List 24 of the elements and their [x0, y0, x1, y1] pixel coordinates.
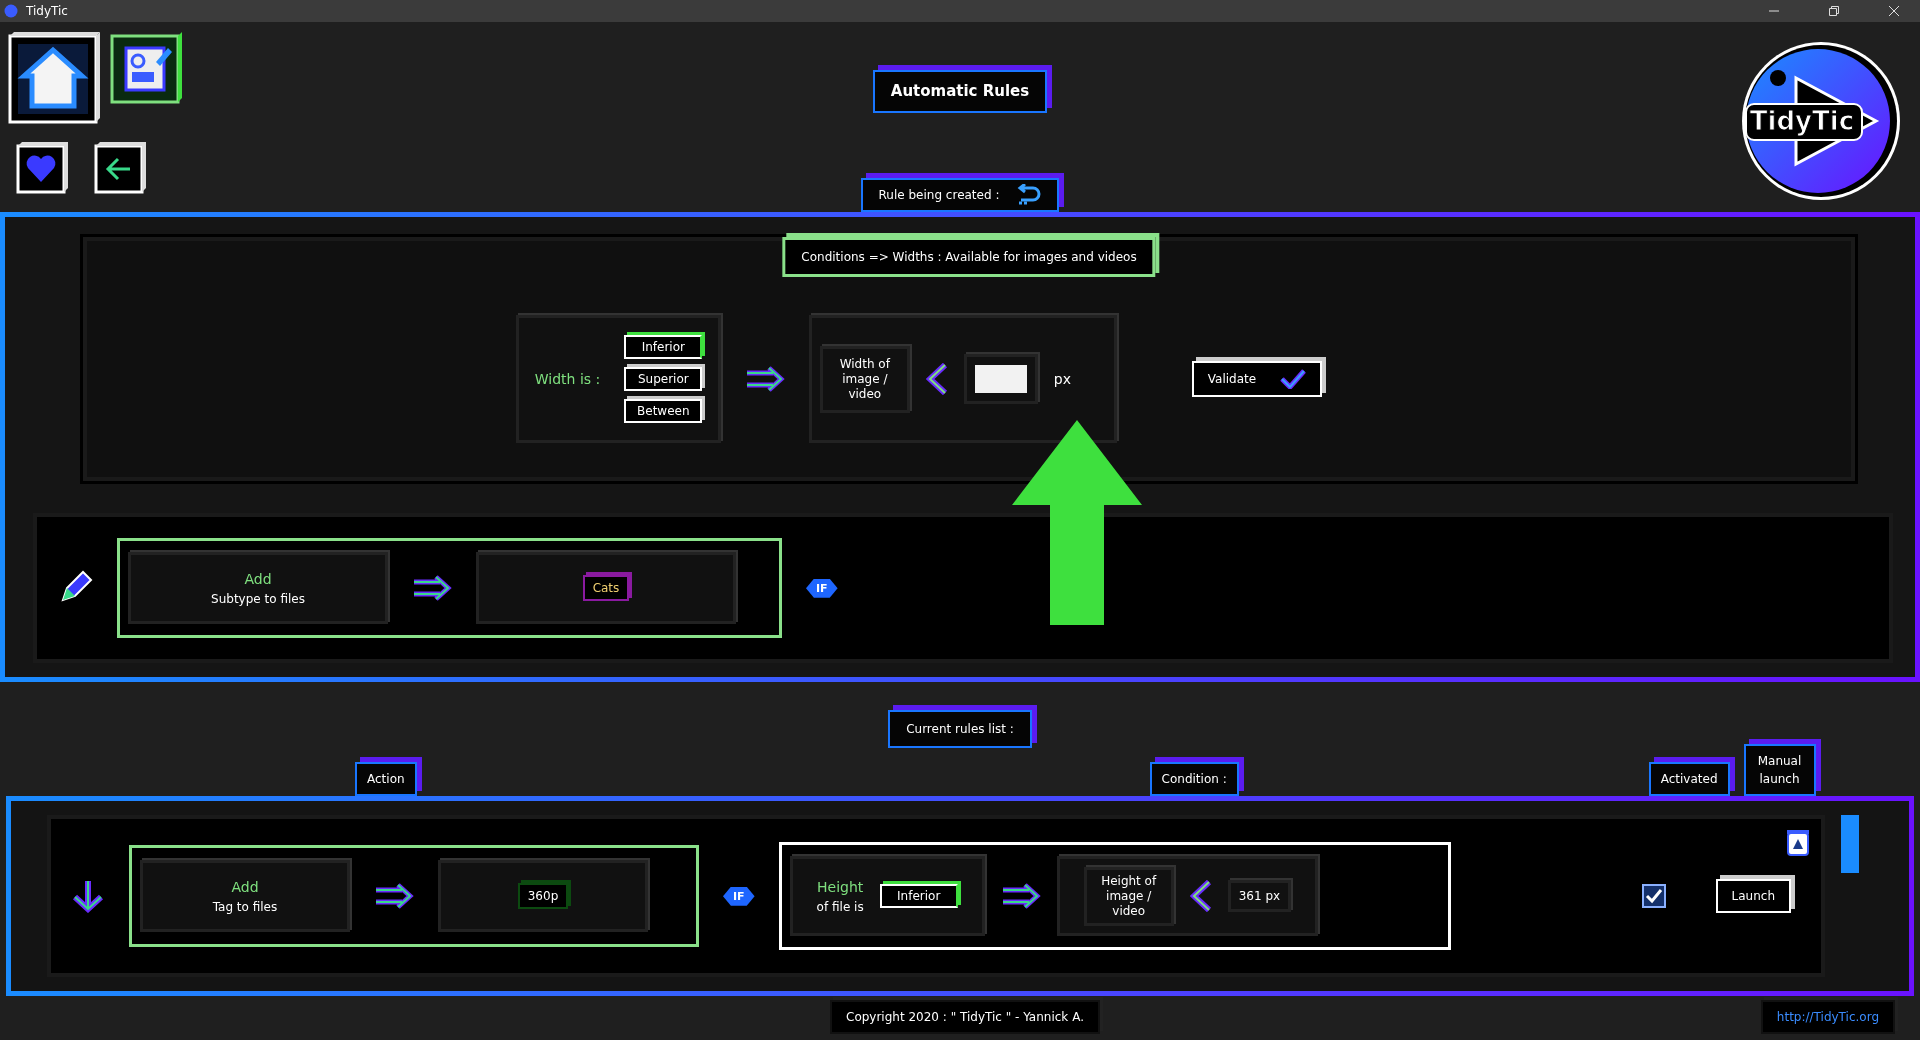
- unit-label: px: [1053, 369, 1071, 389]
- window-title: TidyTic: [26, 3, 68, 20]
- value-tag: Cats: [582, 575, 630, 601]
- condition-sub: of file is: [816, 898, 864, 916]
- website-link[interactable]: http://TidyTic.org: [1760, 1000, 1895, 1034]
- option-button[interactable]: Inferior: [624, 335, 703, 359]
- copyright-text: Copyright 2020 : " TidyTic " - Yannick A.: [830, 1000, 1100, 1034]
- logo-text: TidyTic: [1749, 106, 1855, 136]
- subject-label: Height of image / video: [1083, 866, 1174, 926]
- value-tag: 360p: [517, 883, 569, 909]
- option-button[interactable]: Between: [624, 399, 703, 423]
- condition-label: Width is :: [534, 369, 601, 389]
- action-target: Subtype to files: [211, 590, 305, 608]
- comparison-tag: Inferior: [879, 884, 958, 908]
- action-verb: Add: [244, 569, 272, 589]
- subject-label: Width of image / video: [819, 345, 910, 413]
- if-badge: IF: [806, 578, 838, 598]
- if-badge: IF: [723, 886, 755, 906]
- threshold-value: 361 px: [1227, 880, 1292, 912]
- condition-label: Height: [817, 877, 864, 897]
- option-button[interactable]: Superior: [624, 367, 703, 391]
- action-verb: Add: [231, 877, 259, 897]
- tab-label: Rule being created :: [878, 187, 1000, 204]
- action-target: Tag to files: [212, 898, 278, 916]
